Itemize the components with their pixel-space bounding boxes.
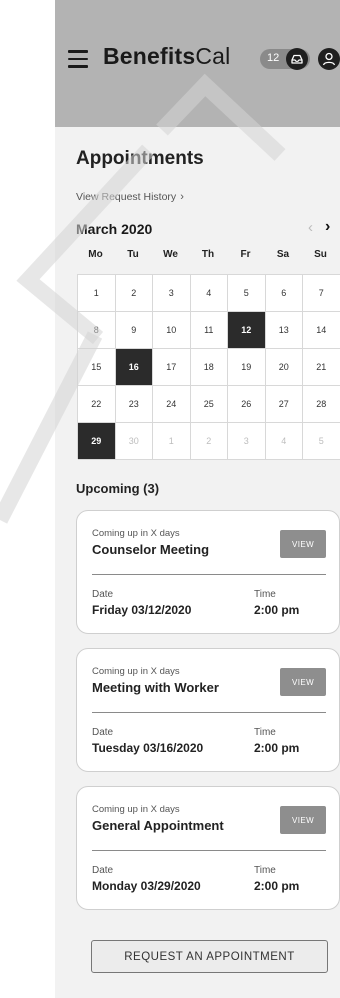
- chevron-left-icon[interactable]: ‹: [308, 219, 313, 236]
- appointment-time: 2:00 pm: [254, 879, 300, 893]
- calendar-day[interactable]: 27: [265, 386, 303, 423]
- calendar-day[interactable]: 26: [228, 386, 266, 423]
- chevron-right-icon[interactable]: ›: [325, 218, 330, 236]
- appointment-card: Coming up in X days General Appointment …: [76, 786, 340, 910]
- view-button[interactable]: VIEW: [280, 530, 326, 558]
- calendar-month-label: March 2020: [76, 221, 153, 237]
- page-title: Appointments: [76, 148, 204, 169]
- appointment-time: 2:00 pm: [254, 603, 300, 617]
- calendar-day[interactable]: 5: [228, 275, 266, 312]
- appointment-card: Coming up in X days Meeting with Worker …: [76, 648, 340, 772]
- inbox-icon: [286, 48, 308, 70]
- view-request-history-link[interactable]: View Request History ›: [76, 191, 184, 203]
- card-divider: [92, 574, 326, 575]
- calendar-day[interactable]: 29: [78, 423, 116, 460]
- calendar-day[interactable]: 22: [78, 386, 116, 423]
- calendar-day[interactable]: 21: [303, 349, 340, 386]
- calendar-day[interactable]: 7: [303, 275, 340, 312]
- calendar-day[interactable]: 4: [265, 423, 303, 460]
- calendar-day[interactable]: 4: [190, 275, 228, 312]
- calendar-day[interactable]: 16: [115, 349, 153, 386]
- card-divider: [92, 850, 326, 851]
- hamburger-menu-icon[interactable]: [68, 50, 88, 68]
- weekday-label: We: [163, 249, 178, 260]
- time-label: Time: [254, 589, 276, 600]
- calendar-day[interactable]: 1: [78, 275, 116, 312]
- view-button[interactable]: VIEW: [280, 668, 326, 696]
- appointment-name: Counselor Meeting: [92, 542, 210, 557]
- weekday-label: Tu: [127, 249, 139, 260]
- calendar-day[interactable]: 19: [228, 349, 266, 386]
- appointment-time: 2:00 pm: [254, 741, 300, 755]
- appointment-hint: Coming up in X days: [92, 804, 180, 815]
- appointment-date: Monday 03/29/2020: [92, 879, 201, 893]
- appointment-date: Tuesday 03/16/2020: [92, 741, 204, 755]
- calendar-day[interactable]: 2: [190, 423, 228, 460]
- calendar-day[interactable]: 24: [153, 386, 191, 423]
- notifications-button[interactable]: 12: [260, 48, 315, 70]
- calendar-day[interactable]: 18: [190, 349, 228, 386]
- calendar-day[interactable]: 15: [78, 349, 116, 386]
- calendar-day[interactable]: 11: [190, 312, 228, 349]
- weekday-label: Sa: [276, 249, 290, 260]
- calendar-day[interactable]: 10: [153, 312, 191, 349]
- weekday-label: Mo: [88, 249, 103, 260]
- appointment-name: General Appointment: [92, 818, 224, 833]
- brand-bold: Benefits: [103, 43, 196, 69]
- appointment-date: Friday 03/12/2020: [92, 603, 192, 617]
- app-logo[interactable]: BenefitsCal: [103, 43, 230, 70]
- calendar-day[interactable]: 17: [153, 349, 191, 386]
- weekday-label: Su: [314, 249, 327, 260]
- appointment-card: Coming up in X days Counselor Meeting VI…: [76, 510, 340, 634]
- calendar-weekday-header: Mo Tu We Th Fr Sa Su: [77, 249, 340, 265]
- brand-light: Cal: [195, 43, 231, 69]
- appointment-hint: Coming up in X days: [92, 528, 180, 539]
- time-label: Time: [254, 865, 276, 876]
- upcoming-heading: Upcoming (3): [76, 481, 160, 496]
- calendar-day[interactable]: 5: [303, 423, 340, 460]
- calendar-day[interactable]: 2: [115, 275, 153, 312]
- app-screen: BenefitsCal 12 Appointments View Request…: [55, 0, 340, 998]
- calendar-day[interactable]: 12: [228, 312, 266, 349]
- view-button[interactable]: VIEW: [280, 806, 326, 834]
- user-account-button[interactable]: [318, 48, 340, 70]
- calendar-day[interactable]: 6: [265, 275, 303, 312]
- history-link-label: View Request History: [76, 191, 177, 203]
- card-divider: [92, 712, 326, 713]
- calendar-day[interactable]: 30: [115, 423, 153, 460]
- weekday-label: Fr: [240, 249, 251, 260]
- calendar-day[interactable]: 28: [303, 386, 340, 423]
- weekday-label: Th: [201, 249, 215, 260]
- calendar-day[interactable]: 8: [78, 312, 116, 349]
- app-header: BenefitsCal 12: [55, 0, 340, 127]
- calendar-day[interactable]: 23: [115, 386, 153, 423]
- calendar-day[interactable]: 3: [153, 275, 191, 312]
- calendar-grid: 1 2 3 4 5 6 7 8 9 10 11 12 13 14 15 16 17 18 19 20 21 22 23 24 2…: [77, 274, 340, 460]
- calendar-day[interactable]: 14: [303, 312, 340, 349]
- calendar-day[interactable]: 13: [265, 312, 303, 349]
- calendar-day[interactable]: 3: [228, 423, 266, 460]
- user-icon: [322, 52, 336, 66]
- appointment-name: Meeting with Worker: [92, 680, 219, 695]
- calendar-day[interactable]: 1: [153, 423, 191, 460]
- chevron-right-icon: ›: [180, 191, 184, 203]
- time-label: Time: [254, 727, 276, 738]
- request-appointment-button[interactable]: REQUEST AN APPOINTMENT: [91, 940, 328, 973]
- date-label: Date: [92, 589, 114, 600]
- notification-count: 12: [267, 52, 280, 64]
- calendar-day[interactable]: 25: [190, 386, 228, 423]
- calendar-day[interactable]: 20: [265, 349, 303, 386]
- date-label: Date: [92, 727, 114, 738]
- calendar-day[interactable]: 9: [115, 312, 153, 349]
- appointment-hint: Coming up in X days: [92, 666, 180, 677]
- date-label: Date: [92, 865, 114, 876]
